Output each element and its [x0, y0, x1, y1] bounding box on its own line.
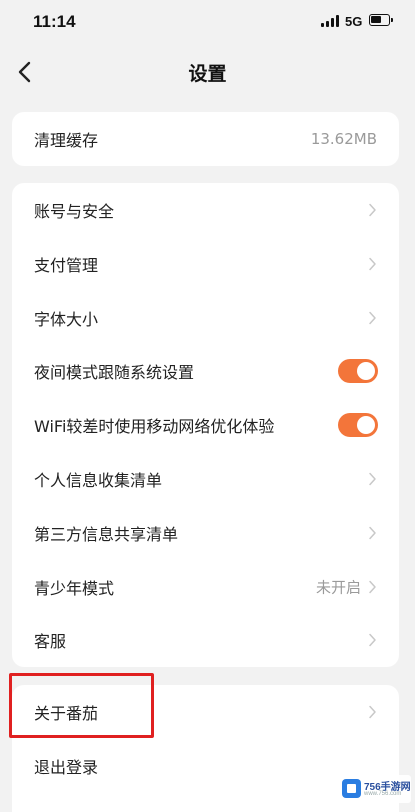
settings-item-wifi-optimize: WiFi较差时使用移动网络优化体验 — [12, 398, 399, 452]
row-label: 客服 — [34, 632, 67, 651]
row-label: 个人信息收集清单 — [34, 471, 163, 490]
row-label: 字体大小 — [34, 310, 99, 329]
row-label: 夜间模式跟随系统设置 — [34, 363, 195, 382]
settings-item-night-mode: 夜间模式跟随系统设置 — [12, 344, 399, 398]
battery-icon — [369, 14, 393, 26]
settings-item-about[interactable]: 关于番茄 — [12, 685, 399, 739]
settings-item-payment[interactable]: 支付管理 — [12, 237, 399, 291]
row-label: 退出登录 — [34, 758, 99, 777]
signal-icon — [321, 15, 341, 27]
chevron-right-icon — [369, 257, 376, 271]
row-label: 青少年模式 — [34, 579, 115, 598]
settings-card: 账号与安全 支付管理 字体大小 夜间模式跟随系统设置 WiFi较差时使用移动网络… — [12, 183, 399, 667]
chevron-right-icon — [369, 526, 376, 540]
status-bar: 11:14 5G — [0, 0, 415, 44]
settings-item-third-party-list[interactable]: 第三方信息共享清单 — [12, 506, 399, 560]
settings-item-font-size[interactable]: 字体大小 — [12, 291, 399, 345]
watermark: 756手游网 www.756.com — [339, 775, 411, 803]
chevron-right-icon — [369, 472, 376, 486]
cache-size-value: 13.62MB — [310, 130, 377, 148]
chevron-right-icon — [369, 705, 376, 719]
night-mode-toggle[interactable] — [338, 359, 378, 383]
row-label: 第三方信息共享清单 — [34, 525, 179, 544]
row-label: WiFi较差时使用移动网络优化体验 — [34, 417, 275, 436]
clear-cache-row[interactable]: 清理缓存 13.62MB — [12, 112, 399, 166]
row-label: 账号与安全 — [34, 202, 115, 221]
chevron-right-icon — [369, 580, 376, 594]
chevron-right-icon — [369, 203, 376, 217]
network-type: 5G — [345, 14, 363, 29]
row-label: 清理缓存 — [34, 131, 99, 150]
page-title: 设置 — [188, 63, 227, 85]
chevron-right-icon — [369, 311, 376, 325]
settings-item-customer-service[interactable]: 客服 — [12, 613, 399, 667]
nav-bar: 设置 — [0, 44, 415, 100]
watermark-url: www.756.com — [364, 791, 402, 797]
teen-mode-status: 未开启 — [315, 578, 361, 597]
wifi-optimize-toggle[interactable] — [338, 413, 378, 437]
cache-card: 清理缓存 13.62MB — [12, 112, 399, 166]
settings-item-teen-mode[interactable]: 青少年模式 未开启 — [12, 560, 399, 614]
row-label: 支付管理 — [34, 256, 99, 275]
row-label: 关于番茄 — [34, 704, 99, 723]
status-time: 11:14 — [33, 12, 76, 31]
chevron-right-icon — [369, 633, 376, 647]
settings-item-account-security[interactable]: 账号与安全 — [12, 183, 399, 237]
settings-item-personal-info-list[interactable]: 个人信息收集清单 — [12, 452, 399, 506]
watermark-logo-icon — [342, 779, 361, 798]
